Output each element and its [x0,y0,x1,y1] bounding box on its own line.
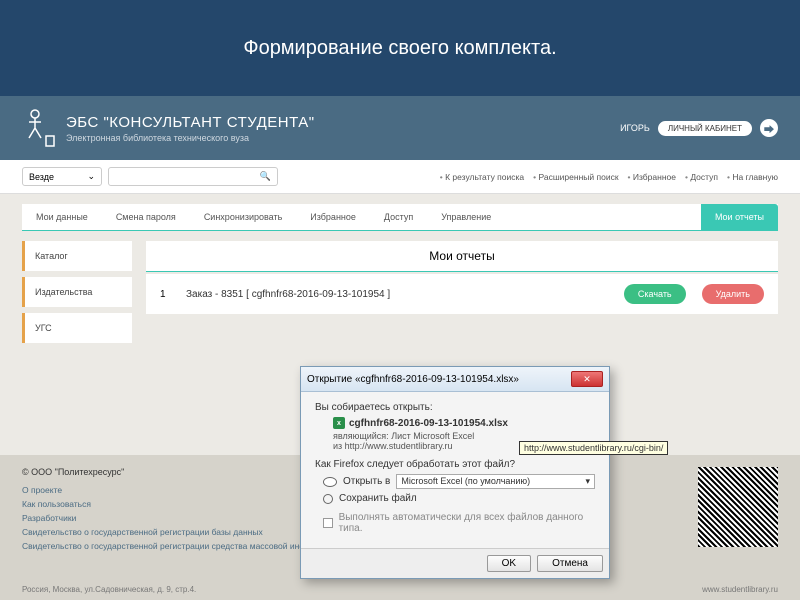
open-with-select[interactable]: Microsoft Excel (по умолчанию)▾ [396,474,595,489]
tab-change-password[interactable]: Смена пароля [102,204,190,231]
exit-icon[interactable]: ⮕ [760,119,778,137]
brand-title: ЭБС "КОНСУЛЬТАНТ СТУДЕНТА" [66,114,315,131]
nav-link[interactable]: Избранное [628,172,676,182]
tab-access[interactable]: Доступ [370,204,427,231]
sidebar: Каталог Издательства УГС [22,241,132,343]
open-label: Открыть в [343,476,390,487]
tab-manage[interactable]: Управление [427,204,505,231]
footer-link[interactable]: О проекте [22,485,341,495]
close-icon[interactable]: ✕ [571,371,603,387]
nav-link[interactable]: Доступ [685,172,718,182]
xlsx-icon: x [333,417,345,429]
tab-my-reports[interactable]: Мои отчеты [701,204,778,231]
tab-my-data[interactable]: Мои данные [22,204,102,231]
panel-title: Мои отчеты [146,241,778,272]
username: ИГОРЬ [620,123,650,133]
cancel-button[interactable]: Отмена [537,555,603,572]
dialog-filename: cgfhnfr68-2016-09-13-101954.xlsx [349,418,508,429]
footer-link[interactable]: Свидетельство о государственной регистра… [22,527,341,537]
search-input[interactable]: 🔍 [108,167,278,186]
footer-address: Россия, Москва, ул.Садовническая, д. 9, … [22,585,196,594]
footer-company: © ООО "Политехресурс" [22,467,341,477]
download-button[interactable]: Скачать [624,284,686,304]
slide-title: Формирование своего комплекта. [0,0,800,96]
nav-link[interactable]: Расширенный поиск [533,172,618,182]
dialog-type-value: Лист Microsoft Excel [391,431,474,441]
row-number: 1 [160,289,170,300]
auto-label: Выполнять автоматически для всех файлов … [339,512,595,534]
footer-site-url: www.studentlibrary.ru [702,585,778,594]
nav-link[interactable]: На главную [727,172,778,182]
tab-favorites[interactable]: Избранное [296,204,370,231]
nav-links: К результату поиска Расширенный поиск Из… [440,172,778,182]
search-scope-select[interactable]: Везде⌄ [22,167,102,186]
dialog-from-value: http://www.studentlibrary.ru [345,441,453,451]
save-label: Сохранить файл [339,493,417,504]
dialog-title: Открытие «cgfhnfr68-2016-09-13-101954.xl… [307,374,519,385]
tabs: Мои данные Смена пароля Синхронизировать… [22,204,778,231]
dialog-from-label: из [333,441,342,451]
footer-link[interactable]: Как пользоваться [22,499,341,509]
delete-button[interactable]: Удалить [702,284,764,304]
chevron-down-icon: ⌄ [87,171,95,182]
sidebar-item-publishers[interactable]: Издательства [22,277,132,307]
footer-link[interactable]: Разработчики [22,513,341,523]
sidebar-item-ugs[interactable]: УГС [22,313,132,343]
row-description: Заказ - 8351 [ cgfhnfr68-2016-09-13-1019… [186,289,608,300]
qr-code [698,467,778,547]
dialog-line-opening: Вы собираетесь открыть: [315,402,595,413]
dialog-type-label: являющийся: [333,431,389,441]
site-header: ЭБС "КОНСУЛЬТАНТ СТУДЕНТА" Электронная б… [0,96,800,160]
brand-subtitle: Электронная библиотека технического вуза [66,133,315,143]
radio-save[interactable] [323,494,333,504]
report-row: 1 Заказ - 8351 [ cgfhnfr68-2016-09-13-10… [146,274,778,314]
logo-icon [22,106,56,150]
footer-link[interactable]: Свидетельство о государственной регистра… [22,541,341,551]
auto-checkbox[interactable] [323,518,333,528]
content-panel: Мои отчеты 1 Заказ - 8351 [ cgfhnfr68-20… [146,241,778,343]
sidebar-item-catalog[interactable]: Каталог [22,241,132,271]
ok-button[interactable]: OK [487,555,531,572]
personal-cabinet-button[interactable]: ЛИЧНЫЙ КАБИНЕТ [658,121,752,136]
radio-open[interactable] [323,477,337,487]
dialog-question: Как Firefox следует обработать этот файл… [315,459,595,470]
tab-sync[interactable]: Синхронизировать [190,204,296,231]
search-icon[interactable]: 🔍 [260,171,271,182]
search-bar: Везде⌄ 🔍 К результату поиска Расширенный… [0,160,800,194]
nav-link[interactable]: К результату поиска [440,172,524,182]
url-tooltip: http://www.studentlibrary.ru/cgi-bin/ [519,441,668,455]
chevron-down-icon: ▾ [585,476,590,487]
download-dialog: Открытие «cgfhnfr68-2016-09-13-101954.xl… [300,366,610,579]
